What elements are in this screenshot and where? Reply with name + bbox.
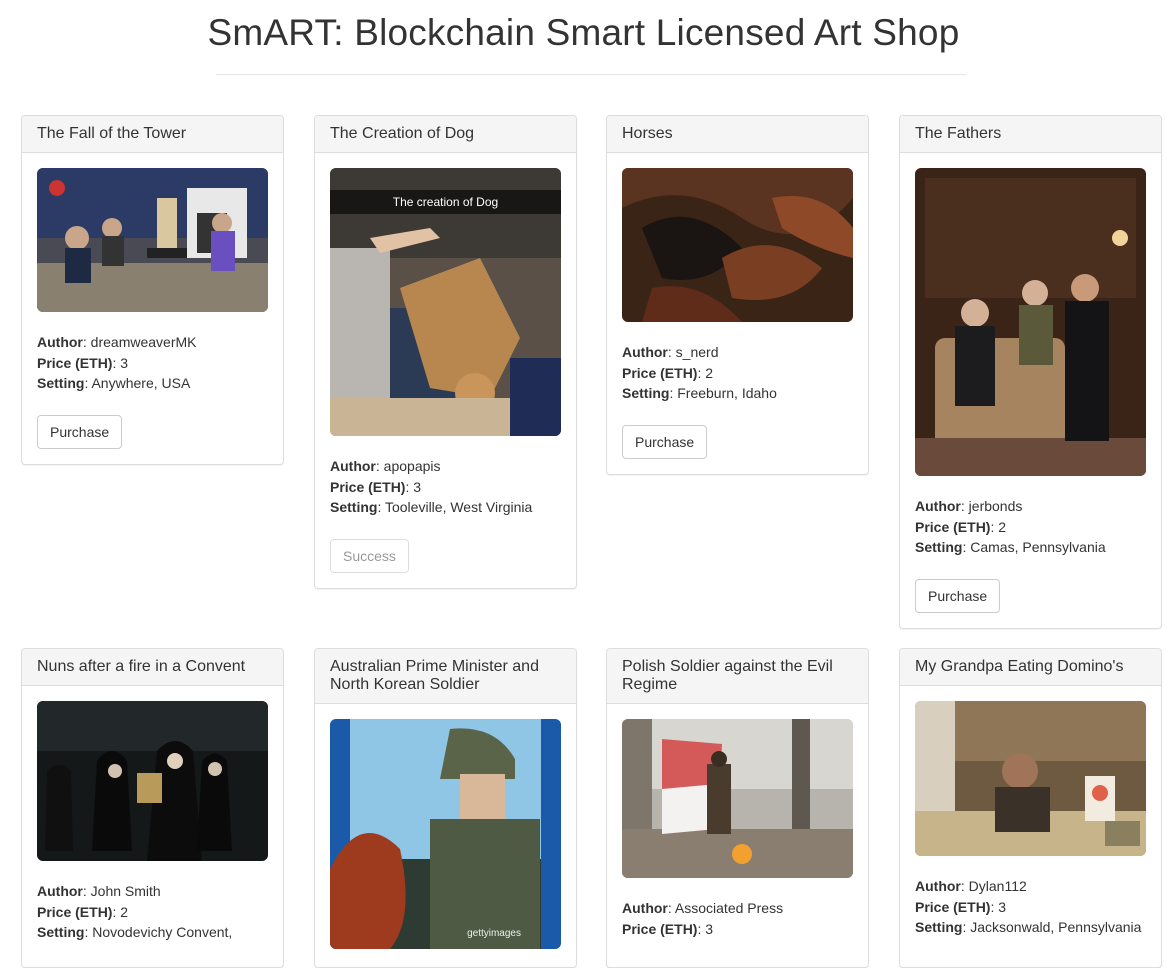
price-value: 3 [705, 920, 714, 937]
author-row: Author: jerbonds [915, 498, 1023, 514]
author-row: Author: John Smith [37, 883, 161, 899]
artwork-image [37, 168, 268, 312]
author-value: dreamweaverMK [90, 334, 197, 350]
art-card: The Fall of the Tower Author: dreamweave… [21, 115, 284, 465]
title-divider [216, 74, 966, 75]
author-value: jerbonds [968, 498, 1023, 514]
price-row: Price (ETH): 3 [622, 920, 714, 937]
setting-row: Setting: Camas, Pennsylvania [915, 539, 1106, 555]
art-card: The Creation of Dog The creation of Dog … [314, 115, 577, 589]
image-caption: The creation of Dog [330, 190, 561, 214]
setting-row: Setting: Freeburn, Idaho [622, 385, 777, 401]
artwork-image [37, 701, 268, 861]
art-card: Horses Author: s_nerd Price (ETH): 2 Set… [606, 115, 869, 475]
image-watermark: gettyimages [467, 928, 521, 939]
author-row: Author: apopapis [330, 458, 441, 474]
card-title: Polish Soldier against the Evil Regime [607, 649, 868, 704]
setting-row: Setting: Novodevichy Convent, [37, 924, 233, 940]
card-title: Australian Prime Minister and North Kore… [315, 649, 576, 704]
setting-value: Camas, Pennsylvania [970, 539, 1106, 555]
price-row: Price (ETH): 3 [915, 898, 1007, 915]
price-value: 3 [120, 354, 129, 371]
art-card: Australian Prime Minister and North Kore… [314, 648, 577, 968]
artwork-image [915, 701, 1146, 856]
price-value: 2 [120, 903, 129, 920]
card-title: The Creation of Dog [315, 116, 576, 153]
artwork-image [622, 719, 853, 878]
author-value: apopapis [383, 458, 441, 474]
page-title: SmART: Blockchain Smart Licensed Art Sho… [207, 12, 960, 53]
purchase-button[interactable]: Purchase [622, 424, 708, 459]
card-title: Horses [607, 116, 868, 153]
setting-row: Setting: Jacksonwald, Pennsylvania [915, 919, 1142, 935]
art-card: Polish Soldier against the Evil Regime A… [606, 648, 869, 968]
author-row: Author: s_nerd [622, 344, 719, 360]
author-row: Author: Associated Press [622, 900, 784, 916]
card-title: The Fall of the Tower [22, 116, 283, 153]
setting-row: Setting: Anywhere, USA [37, 375, 191, 391]
author-row: Author: Dylan112 [915, 878, 1027, 894]
purchase-button[interactable]: Purchase [37, 414, 123, 449]
artwork-details: Author: s_nerd Price (ETH): 2 Setting: F… [622, 342, 853, 404]
setting-row: Setting: Tooleville, West Virginia [330, 499, 533, 515]
price-row: Price (ETH): 2 [622, 364, 714, 381]
price-row: Price (ETH): 3 [330, 478, 422, 495]
price-row: Price (ETH): 3 [37, 354, 129, 371]
purchase-button[interactable]: Purchase [915, 578, 1001, 613]
author-value: Associated Press [674, 900, 784, 916]
art-card: Nuns after a fire in a Convent Author: J… [21, 648, 284, 968]
price-value: 2 [998, 518, 1007, 535]
setting-value: Freeburn, Idaho [677, 385, 777, 401]
price-value: 2 [705, 364, 714, 381]
artwork-details: Author: jerbonds Price (ETH): 2 Setting:… [915, 496, 1146, 558]
setting-value: Novodevichy Convent, [92, 924, 233, 940]
setting-value: Jacksonwald, Pennsylvania [970, 919, 1142, 935]
setting-value: Anywhere, USA [91, 375, 191, 391]
author-value: s_nerd [675, 344, 719, 360]
setting-value: Tooleville, West Virginia [384, 499, 533, 515]
art-card: The Fathers Author: jerbonds Price (ETH)… [899, 115, 1162, 629]
artwork-details: Author: dreamweaverMK Price (ETH): 3 Set… [37, 332, 268, 394]
artwork-details: Author: John Smith Price (ETH): 2 Settin… [37, 881, 268, 943]
author-value: Dylan112 [968, 878, 1027, 894]
artwork-image: gettyimages [330, 719, 561, 949]
price-value: 3 [998, 898, 1007, 915]
card-title: My Grandpa Eating Domino's [900, 649, 1161, 686]
success-button[interactable]: Success [330, 538, 409, 573]
author-row: Author: dreamweaverMK [37, 334, 197, 350]
price-value: 3 [413, 478, 422, 495]
art-card: My Grandpa Eating Domino's Author: Dylan… [899, 648, 1162, 968]
artwork-details: Author: apopapis Price (ETH): 3 Setting:… [330, 456, 561, 518]
card-title: Nuns after a fire in a Convent [22, 649, 283, 686]
author-value: John Smith [90, 883, 161, 899]
artwork-details: Author: Dylan112 Price (ETH): 3 Setting:… [915, 876, 1146, 938]
artwork-image: The creation of Dog [330, 168, 561, 436]
price-row: Price (ETH): 2 [915, 518, 1007, 535]
artwork-details: Author: Associated Press Price (ETH): 3 [622, 898, 853, 939]
artwork-image [915, 168, 1146, 476]
price-row: Price (ETH): 2 [37, 903, 129, 920]
artwork-image [622, 168, 853, 322]
card-title: The Fathers [900, 116, 1161, 153]
